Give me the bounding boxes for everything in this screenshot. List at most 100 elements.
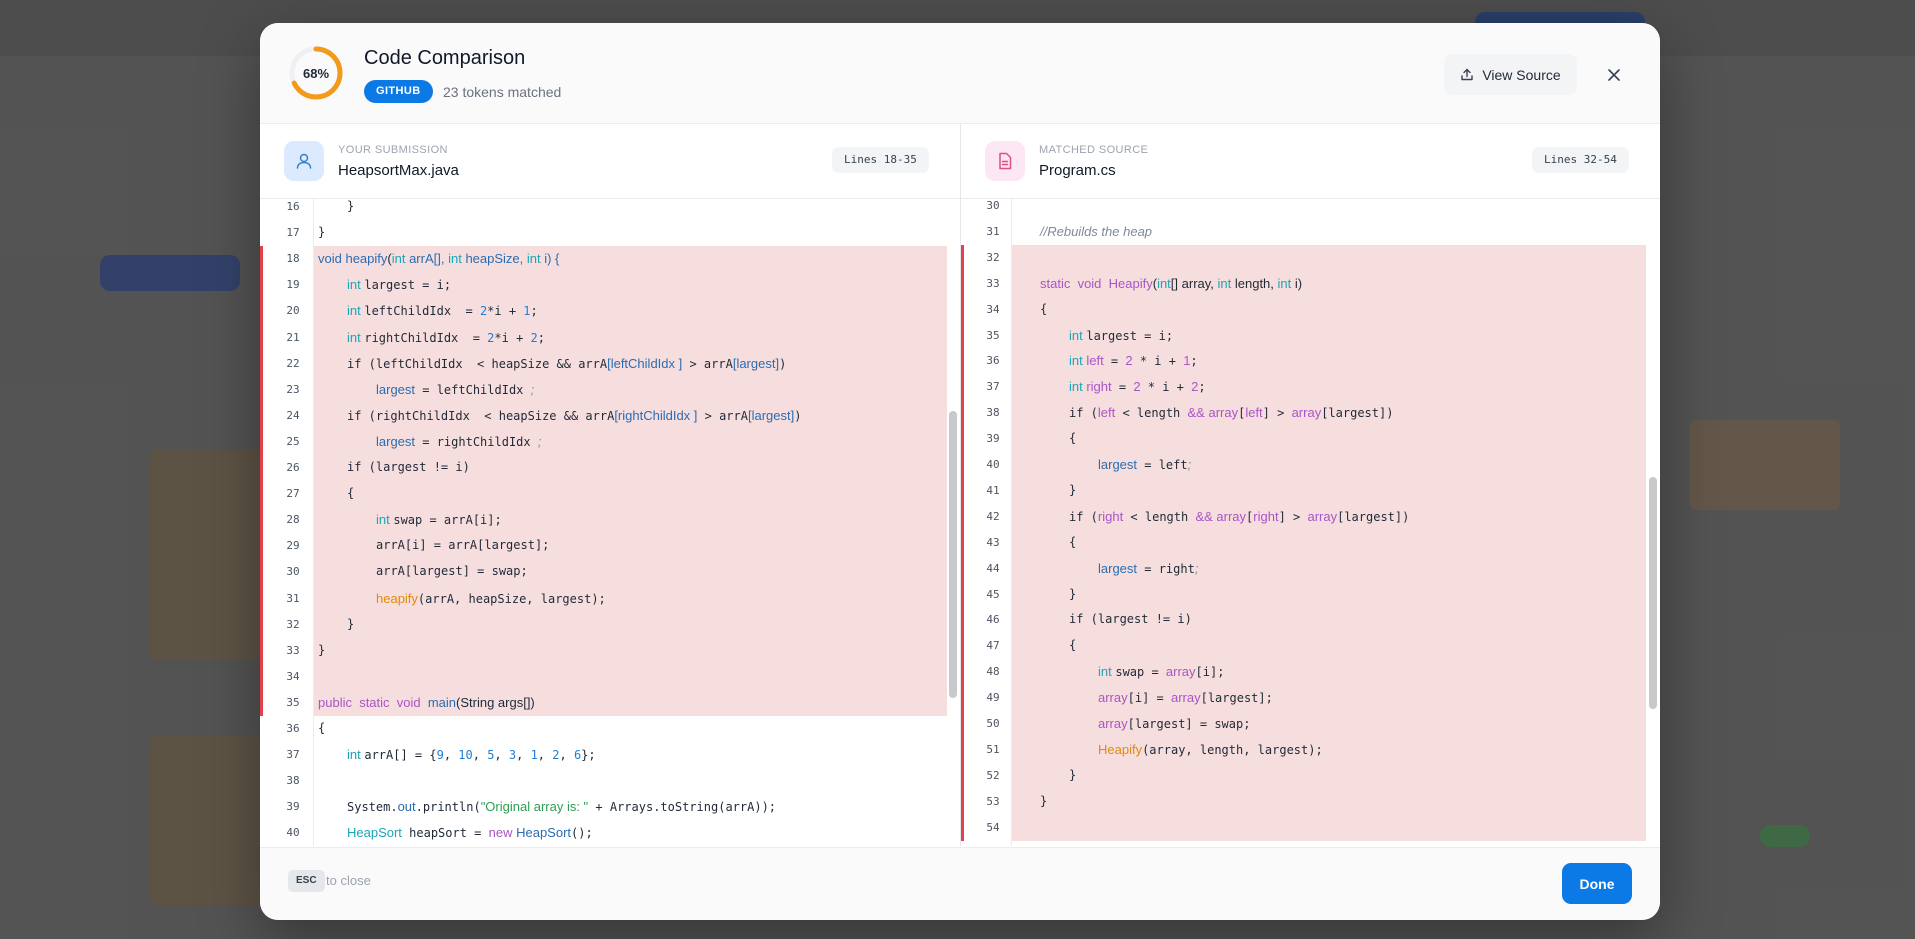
right-line-number: 51 xyxy=(986,742,1000,756)
left-code-token: } xyxy=(347,616,355,631)
left-line-number: 38 xyxy=(286,774,300,788)
left-code-token: .println( xyxy=(415,800,481,815)
matched-scrollbar[interactable] xyxy=(1649,477,1657,709)
left-code-token: > arrA xyxy=(697,408,748,423)
left-code-line: arrA[largest] = swap; xyxy=(376,564,528,578)
left-code-token: System. xyxy=(347,800,398,815)
right-code-token: = xyxy=(1111,380,1134,395)
right-code-token: right xyxy=(1086,379,1112,395)
right-code-token: < length xyxy=(1115,406,1188,421)
user-icon xyxy=(284,141,324,181)
left-code-token: "Original array is: " xyxy=(480,799,589,815)
left-code-line: { xyxy=(347,486,354,500)
left-line-number: 20 xyxy=(286,304,300,318)
left-line-number: 39 xyxy=(286,800,300,814)
right-code-token: && xyxy=(1195,508,1217,524)
left-code-line: int largest = i; xyxy=(347,277,451,292)
left-code-line: arrA[i] = arrA[largest]; xyxy=(376,538,549,552)
left-code-token: heapify xyxy=(376,590,418,606)
right-code-token: array xyxy=(1208,405,1239,421)
left-code-line: int arrA[] = {9, 10, 5, 3, 1, 2, 6}; xyxy=(347,747,596,762)
right-line-number: 49 xyxy=(986,691,1000,705)
left-code-token: ; xyxy=(537,433,542,449)
left-code-token: } xyxy=(347,199,355,213)
right-code-token: { xyxy=(1069,638,1077,653)
left-code-token: HeapSort xyxy=(347,825,402,841)
left-code-token: largest xyxy=(376,433,416,449)
left-code-line: largest = leftChildIdx ; xyxy=(376,382,534,397)
left-code-token: ; xyxy=(537,330,545,345)
left-code-line: void heapify(int arrA[], int heapSize, i… xyxy=(318,251,559,266)
matched-lines-badge: Lines 32-54 xyxy=(1532,147,1629,173)
left-code-token: = leftChildIdx xyxy=(415,382,531,397)
dialog-footer: ESC to close Done xyxy=(260,847,1660,920)
left-code-token: int xyxy=(376,512,394,528)
left-code-line: HeapSort heapSort = new HeapSort(); xyxy=(347,825,593,840)
right-code-token: [] array, xyxy=(1170,275,1218,291)
right-code-line: int largest = i; xyxy=(1069,328,1173,343)
right-code-token: { xyxy=(1069,534,1077,549)
left-code-token: HeapSort xyxy=(516,825,572,841)
close-hint-text: to close xyxy=(326,873,371,888)
right-code-token: left xyxy=(1245,405,1263,421)
left-code-token: [largest] xyxy=(732,355,780,371)
left-line-number: 40 xyxy=(286,826,300,840)
similarity-score: 68% xyxy=(288,45,344,101)
submission-panel-header: YOUR SUBMISSION HeapsortMax.java Lines 1… xyxy=(260,124,960,199)
left-code-token: ; xyxy=(530,304,538,319)
left-line-number: 24 xyxy=(286,408,300,422)
left-code-token: int xyxy=(526,251,545,267)
left-line-number: 28 xyxy=(286,513,300,527)
submission-scrollbar[interactable] xyxy=(949,411,957,698)
left-code-token: int xyxy=(347,329,365,345)
left-code-line: } xyxy=(347,617,354,631)
right-code-token: [i]; xyxy=(1195,665,1225,680)
right-line-number: 50 xyxy=(986,717,1000,730)
right-code-token: ; xyxy=(1198,380,1206,395)
right-code-token: int xyxy=(1098,664,1116,680)
left-code-token: } xyxy=(318,642,326,657)
right-code-token: { xyxy=(1069,431,1077,446)
left-code-token: { xyxy=(347,486,355,501)
right-code-line: if (left < length && array[left] > array… xyxy=(1069,405,1393,420)
right-code-line: int right = 2 * i + 2; xyxy=(1069,379,1206,394)
left-code-token: int xyxy=(448,251,466,267)
left-code-token: [largest] xyxy=(747,407,795,423)
left-code-line: } xyxy=(347,199,354,213)
right-code-token: right xyxy=(1253,508,1279,524)
left-code-token: , xyxy=(559,748,574,763)
done-button[interactable]: Done xyxy=(1562,863,1632,904)
close-button[interactable] xyxy=(1596,57,1632,93)
right-code-token: } xyxy=(1069,586,1077,601)
right-code-token: swap = xyxy=(1115,665,1166,680)
left-code-line: int swap = arrA[i]; xyxy=(376,512,502,527)
right-code-token: [largest]) xyxy=(1337,509,1410,524)
right-code-line: } xyxy=(1069,483,1076,497)
left-code-line: if (largest != i) xyxy=(347,460,470,474)
left-code-token: (); xyxy=(571,826,593,841)
left-code-token: , xyxy=(537,748,553,763)
right-code-line: { xyxy=(1069,431,1076,445)
right-code-line: //Rebuilds the heap xyxy=(1040,224,1152,239)
right-code-token: ; xyxy=(1194,560,1199,576)
submission-code[interactable]: 16} 17} 18 void heapify(int arrA[], int hea… xyxy=(260,199,960,846)
right-line-number: 48 xyxy=(986,665,1000,679)
left-code-token: swap = arrA[i]; xyxy=(393,513,502,528)
view-source-button[interactable]: View Source xyxy=(1444,54,1577,95)
right-code-token: < length xyxy=(1123,509,1196,524)
right-code-token: = left xyxy=(1137,458,1188,472)
right-code-token: int xyxy=(1217,275,1235,291)
left-code-line: public static void main(String args[]) xyxy=(318,695,535,710)
left-code-token: [rightChildIdx ] xyxy=(614,407,698,423)
right-line-number: 46 xyxy=(986,613,1000,627)
right-code-line: } xyxy=(1069,768,1076,782)
right-code-token: if ( xyxy=(1069,406,1098,421)
right-code-token: largest = i; xyxy=(1086,328,1174,343)
right-code-token: ; xyxy=(1190,354,1198,369)
left-code-token: leftChildIdx = xyxy=(364,304,480,319)
right-code-line: { xyxy=(1040,302,1047,316)
right-code-token: array xyxy=(1170,690,1201,706)
close-icon xyxy=(1608,69,1620,81)
matched-code[interactable]: 30 31 //Rebuilds the heap 32 33 static void H… xyxy=(961,199,1660,846)
right-line-number: 42 xyxy=(986,509,1000,523)
